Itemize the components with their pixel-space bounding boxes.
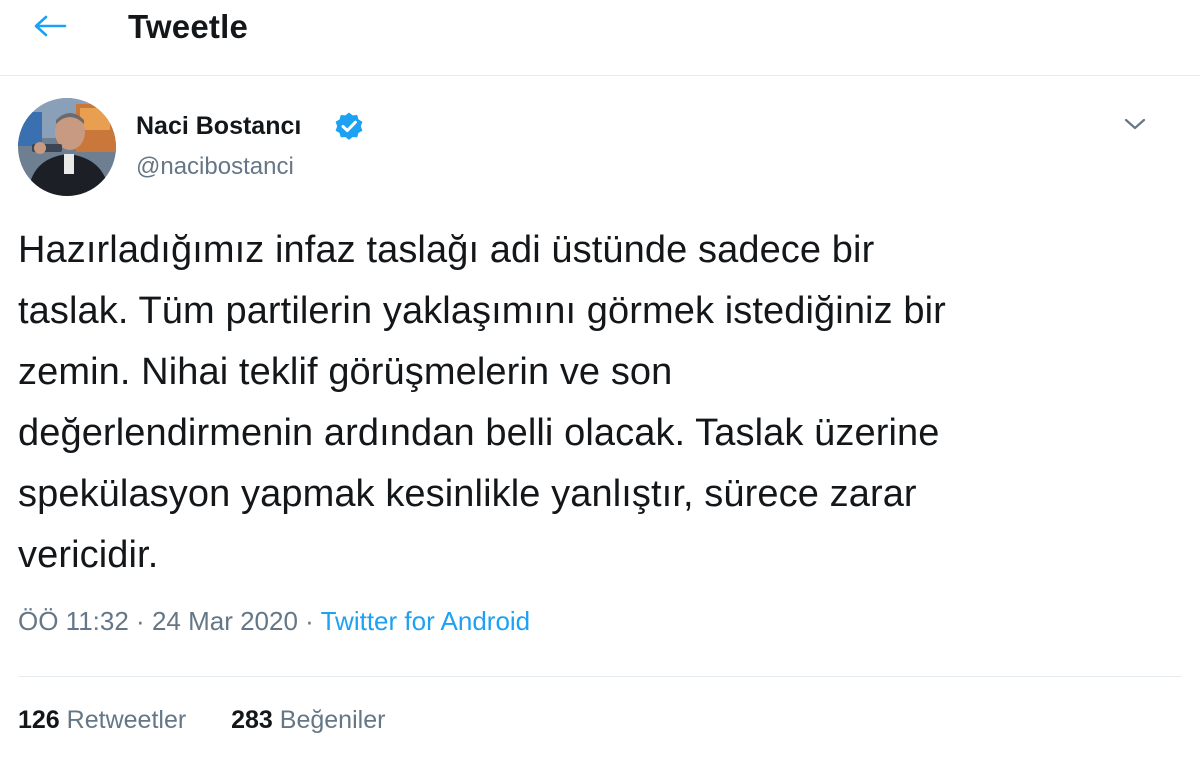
tweet-line: taslak. Tüm partilerin yaklaşımını görme… [18, 290, 946, 332]
avatar[interactable] [18, 98, 116, 196]
chevron-down-icon [1124, 118, 1146, 130]
verified-badge-icon [335, 112, 363, 140]
author-name[interactable]: Naci Bostancı [136, 112, 301, 141]
back-arrow-icon [34, 15, 67, 37]
tweet-menu-button[interactable] [1118, 110, 1152, 138]
back-button[interactable] [26, 6, 74, 46]
tweet-line: vericidir. [18, 534, 159, 576]
tweet-line: değerlendirmenin ardından belli olacak. … [18, 412, 940, 454]
likes-stat[interactable]: 283 Beğeniler [231, 706, 385, 735]
divider [18, 676, 1182, 677]
meta-separator: · [136, 606, 145, 636]
tweet-source-link[interactable]: Twitter for Android [321, 606, 531, 636]
tweet-line: spekülasyon yapmak kesinlikle yanlıştır,… [18, 473, 917, 515]
tweet-line: Hazırladığımız infaz taslağı adi üstünde… [18, 229, 875, 271]
tweet-line: zemin. Nihai teklif görüşmelerin ve son [18, 351, 673, 393]
retweets-stat[interactable]: 126 Retweetler [18, 706, 186, 735]
tweet-text: Hazırladığımız infaz taslağı adi üstünde… [18, 220, 1168, 586]
tweet-detail-page: Tweetle Naci Bostancı @nacibostanci Hazı… [0, 0, 1200, 768]
retweets-count: 126 [18, 706, 60, 734]
retweets-label: Retweetler [66, 706, 187, 734]
author-handle[interactable]: @nacibostanci [136, 153, 294, 181]
tweet-time[interactable]: ÖÖ 11:32 [18, 606, 129, 636]
likes-label: Beğeniler [279, 706, 386, 734]
meta-separator: · [305, 606, 314, 636]
tweet-date[interactable]: 24 Mar 2020 [152, 606, 298, 636]
top-header: Tweetle [0, 0, 1200, 76]
page-title: Tweetle [128, 8, 248, 45]
tweet-stats: 126 Retweetler 283 Beğeniler [18, 706, 385, 735]
likes-count: 283 [231, 706, 273, 734]
tweet-meta: ÖÖ 11:32 · 24 Mar 2020 · Twitter for And… [18, 606, 530, 637]
